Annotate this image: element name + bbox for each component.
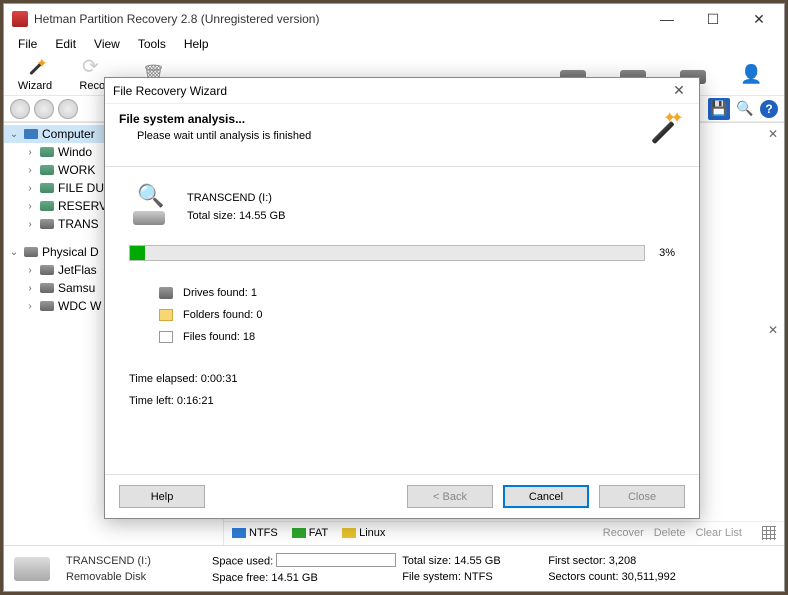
space-used-bar [276, 553, 396, 567]
dialog-header: File system analysis... Please wait unti… [105, 104, 699, 167]
drive-icon [159, 287, 173, 299]
panel-close-icon[interactable]: ✕ [768, 323, 778, 337]
nav-back[interactable] [10, 99, 30, 119]
close-button[interactable]: ✕ [736, 4, 782, 34]
menu-view[interactable]: View [86, 35, 128, 53]
dialog-footer: Help < Back Cancel Close [105, 474, 699, 518]
grid-icon[interactable] [762, 526, 776, 540]
stat-folders: Folders found: 0 [159, 309, 675, 321]
wizard-dialog: File Recovery Wizard ✕ File system analy… [104, 77, 700, 519]
panel-close-icon[interactable]: ✕ [768, 127, 778, 141]
menubar: File Edit View Tools Help [4, 34, 784, 54]
dialog-titlebar: File Recovery Wizard ✕ [105, 78, 699, 104]
hdd-icon [14, 557, 50, 581]
save-button[interactable]: 💾 [708, 98, 730, 120]
progress-row: 3% [129, 245, 675, 261]
dialog-heading: File system analysis... [119, 112, 641, 126]
dialog-title: File Recovery Wizard [113, 84, 227, 98]
person-icon [740, 64, 766, 86]
menu-file[interactable]: File [10, 35, 45, 53]
legend-fat: FAT [292, 527, 328, 539]
progress-fill [130, 246, 145, 260]
status-name: TRANSCEND (I:) [66, 555, 206, 567]
menu-help[interactable]: Help [176, 35, 217, 53]
wand-icon [22, 57, 48, 79]
help-button[interactable]: ? [760, 100, 778, 118]
dialog-body: TRANSCEND (I:) Total size: 14.55 GB 3% D… [105, 167, 699, 474]
time-elapsed: Time elapsed: 0:00:31 [129, 373, 675, 385]
time-left: Time left: 0:16:21 [129, 395, 675, 407]
drive-size: Total size: 14.55 GB [187, 210, 285, 222]
titlebar: Hetman Partition Recovery 2.8 (Unregiste… [4, 4, 784, 34]
dialog-subheading: Please wait until analysis is finished [119, 130, 641, 142]
stat-files: Files found: 18 [159, 331, 675, 343]
help-button[interactable]: Help [119, 485, 205, 508]
minimize-button[interactable]: — [644, 4, 690, 34]
status-bar: TRANSCEND (I:) Removable Disk Space used… [4, 545, 784, 591]
status-type: Removable Disk [66, 571, 206, 583]
refresh-icon: ⟳ [82, 57, 108, 79]
magnifier-drive-icon [129, 189, 173, 225]
action-recover[interactable]: Recover [603, 527, 644, 539]
maximize-button[interactable]: ☐ [690, 4, 736, 34]
nav-fwd[interactable] [34, 99, 54, 119]
legend-ntfs: NTFS [232, 527, 278, 539]
drive-name: TRANSCEND (I:) [187, 192, 285, 204]
legend-bar: NTFS FAT Linux Recover Delete Clear List [224, 521, 784, 543]
app-icon [12, 11, 28, 27]
file-icon [159, 331, 173, 343]
legend-linux: Linux [342, 527, 385, 539]
nav-up[interactable] [58, 99, 78, 119]
search-button[interactable]: 🔍 [734, 98, 756, 120]
progress-percent: 3% [659, 247, 675, 259]
back-button: < Back [407, 485, 493, 508]
menu-edit[interactable]: Edit [47, 35, 84, 53]
cancel-button[interactable]: Cancel [503, 485, 589, 508]
toolbar-user[interactable] [728, 64, 778, 86]
close-button: Close [599, 485, 685, 508]
stat-drives: Drives found: 1 [159, 287, 675, 299]
window-title: Hetman Partition Recovery 2.8 (Unregiste… [34, 12, 644, 26]
wand-icon [641, 112, 685, 152]
folder-icon [159, 309, 173, 321]
action-clear[interactable]: Clear List [696, 527, 742, 539]
action-delete[interactable]: Delete [654, 527, 686, 539]
dialog-close-button[interactable]: ✕ [667, 82, 691, 99]
progress-bar [129, 245, 645, 261]
toolbar-wizard[interactable]: Wizard [10, 57, 60, 92]
menu-tools[interactable]: Tools [130, 35, 174, 53]
